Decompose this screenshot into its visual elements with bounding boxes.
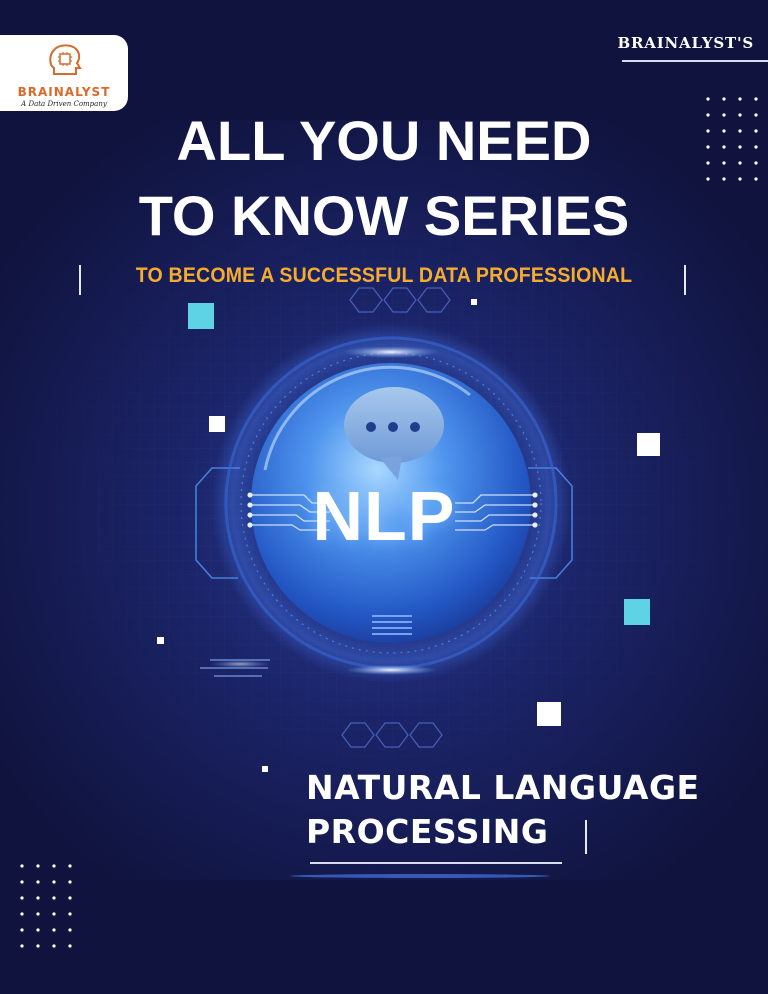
topic-line-2: PROCESSING [306, 812, 549, 851]
decor-dot [20, 944, 24, 948]
decor-dot [706, 177, 710, 181]
decor-dot [738, 177, 742, 181]
brand-tagline: A Data Driven Company [21, 100, 107, 108]
decor-dot [52, 912, 56, 916]
decor-dot [754, 177, 758, 181]
decor-dot [52, 944, 56, 948]
decor-dot [20, 864, 24, 868]
brain-head-icon [49, 44, 82, 75]
series-underline [622, 60, 768, 62]
headline-line-2: TO KNOW SERIES [138, 184, 630, 247]
decor-dot [20, 912, 24, 916]
decor-dot [20, 896, 24, 900]
decor-dot [722, 97, 726, 101]
decor-dot [52, 896, 56, 900]
decor-dot [68, 864, 72, 868]
decor-dot [20, 880, 24, 884]
decor-dot [36, 880, 40, 884]
decor-dot [52, 880, 56, 884]
decor-dot [52, 864, 56, 868]
cover-page: BRAINALYST A Data Driven Company BRAINAL… [0, 0, 768, 994]
decor-dot [20, 928, 24, 932]
decor-dot [68, 928, 72, 932]
subtitle-bar-right [684, 265, 686, 295]
decor-dot [68, 912, 72, 916]
decor-dot [754, 97, 758, 101]
decor-dot [68, 944, 72, 948]
decor-dot [36, 896, 40, 900]
topic-bar [585, 820, 587, 854]
decor-dot [738, 97, 742, 101]
decor-dot [722, 177, 726, 181]
hero-label: NLP [312, 477, 456, 555]
headline-line-1: ALL YOU NEED [176, 109, 592, 172]
decor-dot [36, 944, 40, 948]
decor-dot [68, 880, 72, 884]
topic-underline [310, 862, 562, 864]
topic-line-1: NATURAL LANGUAGE [306, 768, 700, 807]
decor-dot [68, 896, 72, 900]
series-publisher: BRAINALYST'S [617, 34, 754, 52]
decor-dot [36, 864, 40, 868]
decor-dot [36, 928, 40, 932]
decor-dot [706, 97, 710, 101]
subtitle: TO BECOME A SUCCESSFUL DATA PROFESSIONAL [135, 264, 633, 287]
brand-logo: BRAINALYST A Data Driven Company [0, 35, 128, 111]
decor-dot [52, 928, 56, 932]
decor-dot [36, 912, 40, 916]
brand-name: BRAINALYST [17, 85, 111, 99]
